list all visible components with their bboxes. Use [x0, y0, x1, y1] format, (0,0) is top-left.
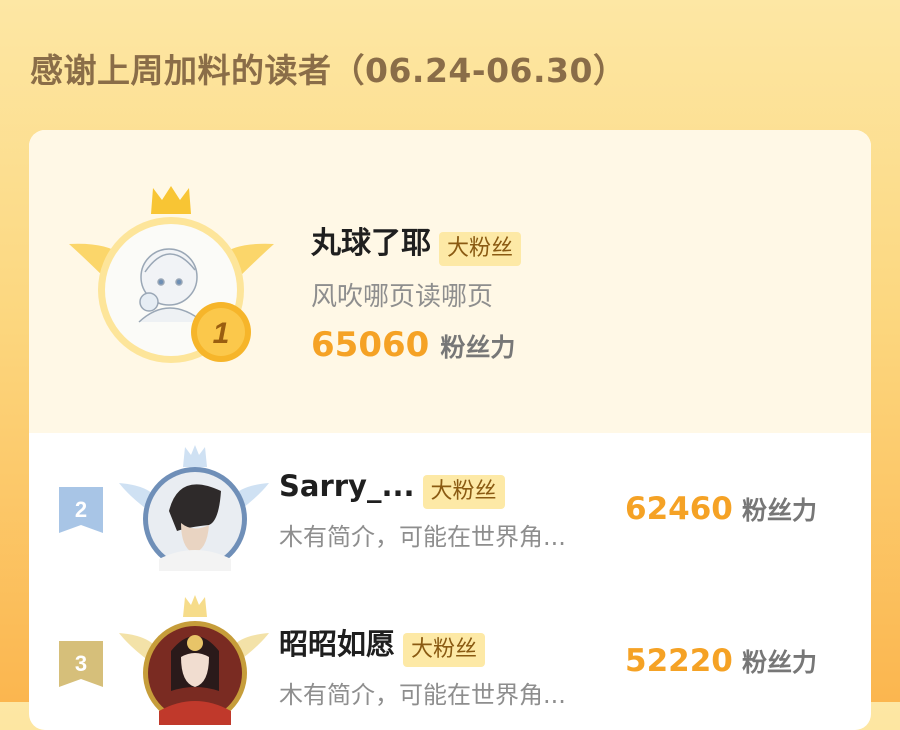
- fan-score: 52220: [625, 643, 733, 679]
- crown-icon: [183, 445, 207, 467]
- reader-avatar[interactable]: [119, 591, 269, 730]
- list-item[interactable]: 2 Sarry_... 大粉丝 木有简介，可能在世界角... 62460 粉丝力: [29, 433, 871, 583]
- top-reader-avatar[interactable]: 1: [69, 182, 274, 372]
- rank-number: 1: [213, 317, 230, 350]
- rank-number: 3: [75, 651, 87, 676]
- reader-name[interactable]: 丸球了耶: [311, 226, 431, 261]
- reader-name[interactable]: Sarry_...: [279, 469, 415, 503]
- reader-avatar[interactable]: [119, 441, 269, 576]
- fan-badge: 大粉丝: [422, 474, 505, 509]
- fan-score: 65060: [311, 324, 430, 365]
- reader-bio: 木有简介，可能在世界角...: [279, 522, 566, 551]
- rank-flag-icon: 2: [59, 487, 103, 533]
- fan-score-unit: 粉丝力: [741, 648, 817, 677]
- reader-name[interactable]: 昭昭如愿: [279, 627, 395, 661]
- list-item[interactable]: 3 昭昭如愿 大粉丝 木有简介，可能在世界角... 52220 粉丝力: [29, 583, 871, 730]
- fan-score-unit: 粉丝力: [741, 496, 817, 525]
- reader-bio: 风吹哪页读哪页: [311, 281, 494, 312]
- fan-badge: 大粉丝: [439, 231, 522, 266]
- leaderboard-card: 1 丸球了耶 大粉丝 风吹哪页读哪页 65060 粉丝力 2 Sarry_...…: [29, 130, 871, 730]
- fan-badge: 大粉丝: [403, 632, 486, 667]
- crown-icon: [151, 186, 191, 214]
- fan-score: 62460: [625, 491, 733, 527]
- top-reader-section[interactable]: 1 丸球了耶 大粉丝 风吹哪页读哪页 65060 粉丝力: [29, 130, 871, 433]
- rank-flag-icon: 3: [59, 641, 103, 687]
- page-title: 感谢上周加料的读者（06.24-06.30）: [30, 51, 627, 90]
- rank-number: 2: [75, 497, 87, 522]
- crown-icon: [183, 595, 207, 617]
- fan-score-unit: 粉丝力: [440, 332, 516, 362]
- reader-bio: 木有简介，可能在世界角...: [279, 680, 566, 709]
